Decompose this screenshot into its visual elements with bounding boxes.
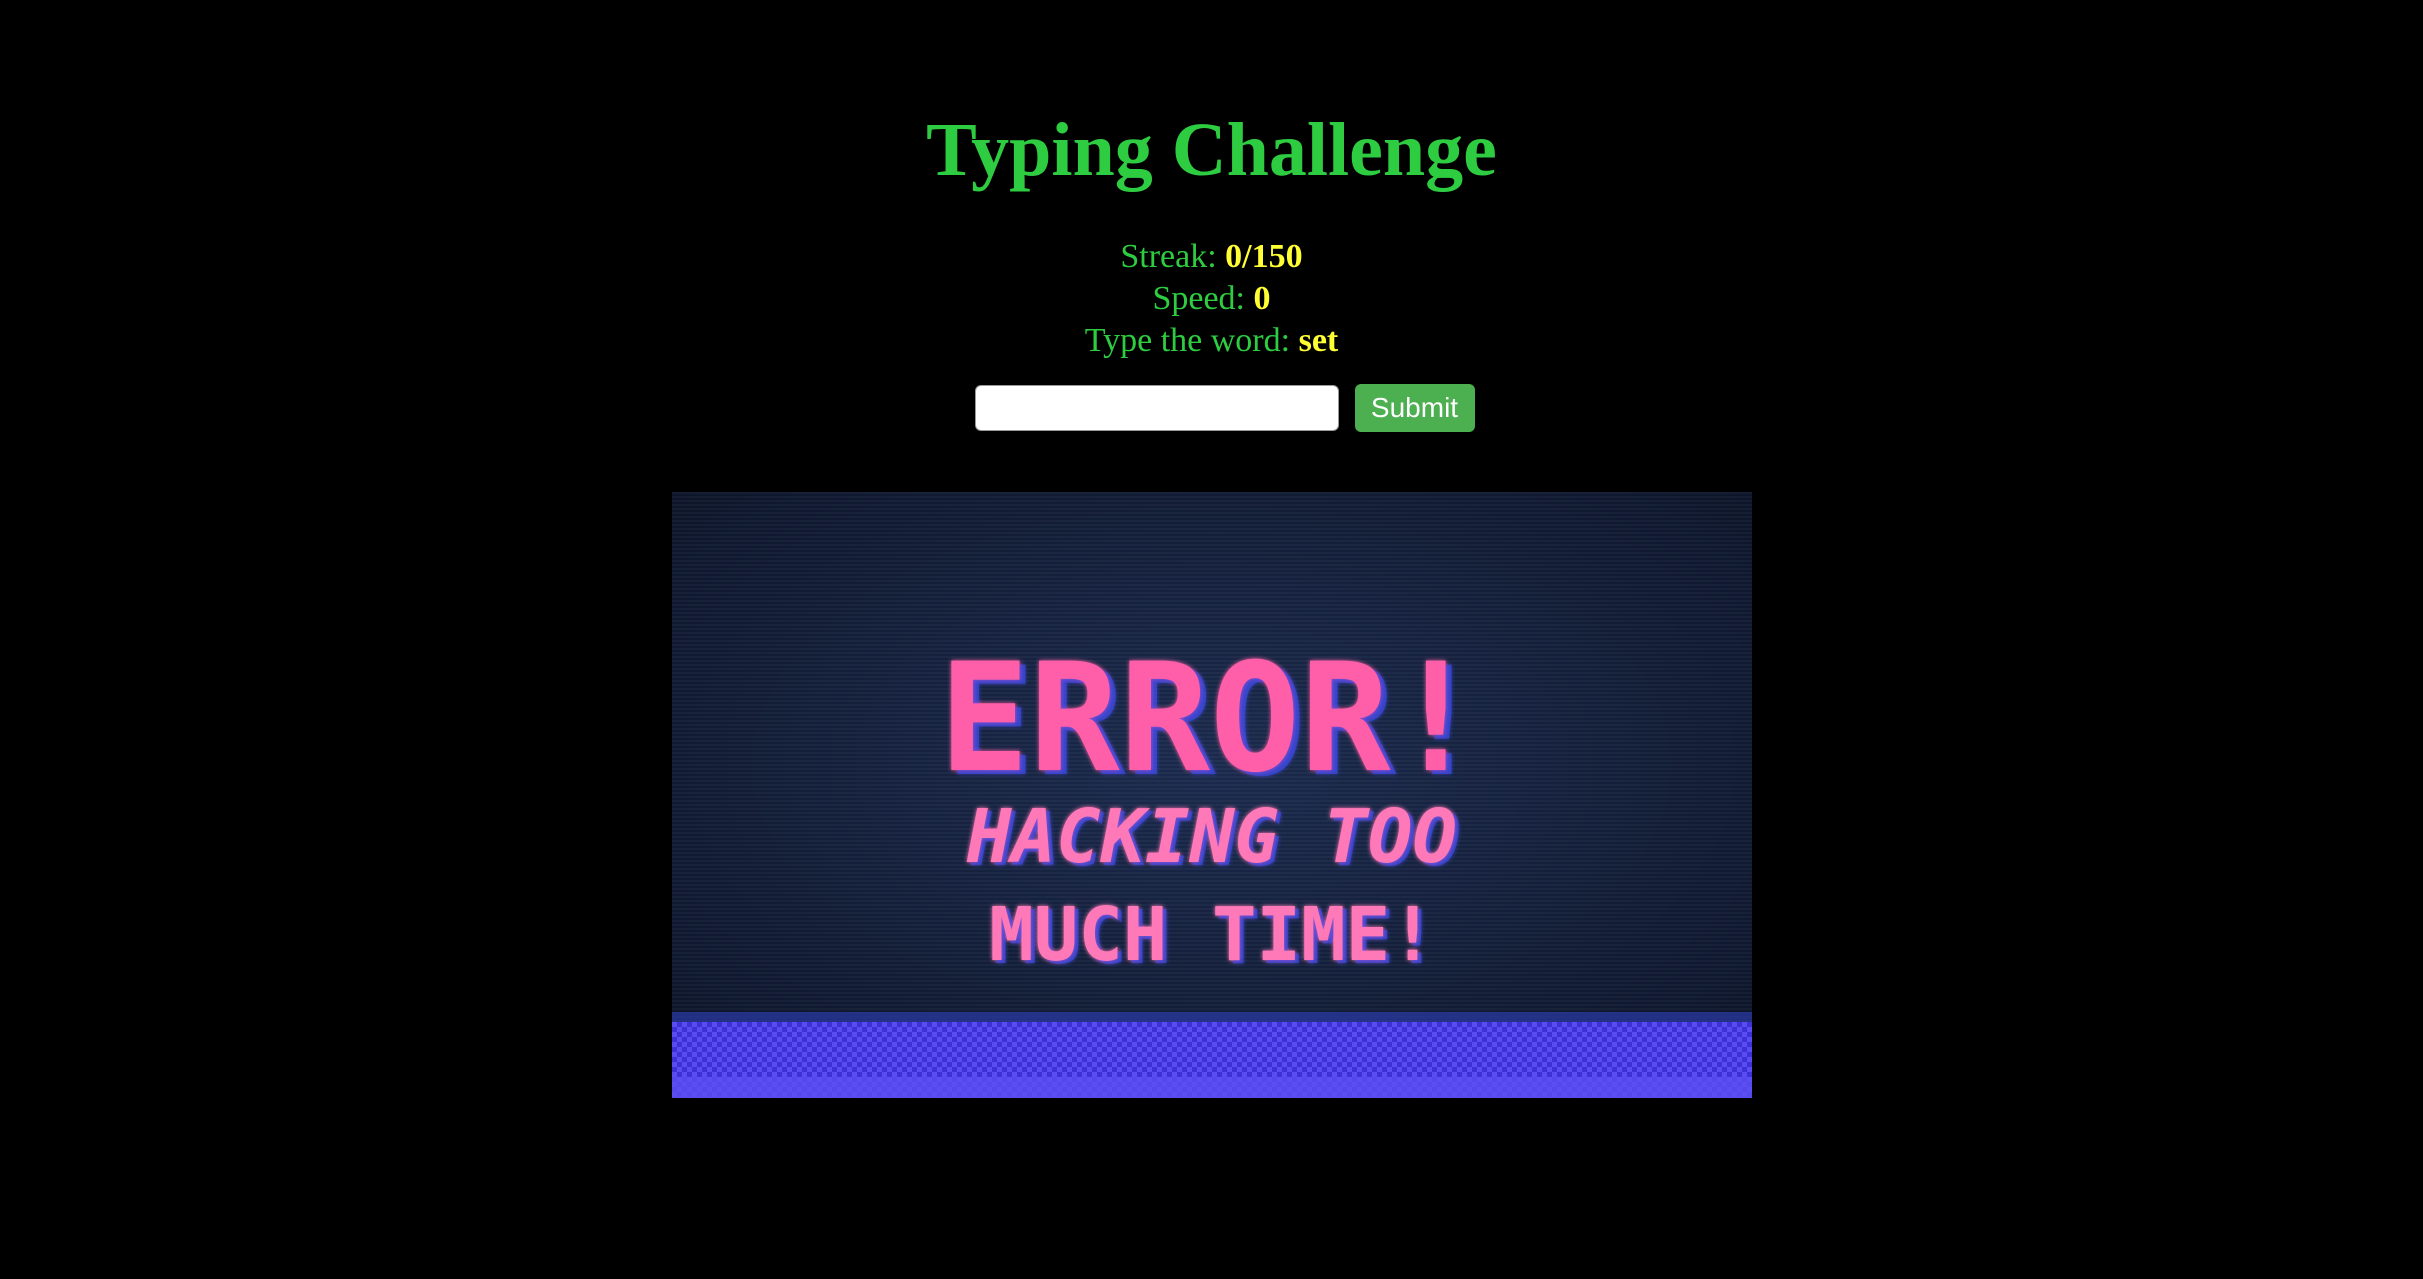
speed-line: Speed: 0 [1085,278,1339,320]
page-title: Typing Challenge [926,108,1497,192]
error-line2: HACKING TOO [966,794,1457,880]
error-text-group: ERROR! ERROR! HACKING TOO HACKING TOO MU… [939,632,1487,981]
streak-line: Streak: 0/150 [1085,236,1339,278]
streak-separator: / [1242,238,1252,275]
speed-label: Speed: [1152,280,1254,317]
target-word: set [1298,322,1339,359]
typing-challenge-page: Typing Challenge Streak: 0/150 Speed: 0 … [0,0,2423,1279]
error-gif: ERROR! ERROR! HACKING TOO HACKING TOO MU… [672,492,1752,1098]
error-gif-image: ERROR! ERROR! HACKING TOO HACKING TOO MU… [672,492,1752,1098]
prompt-label: Type the word: [1084,322,1299,359]
strip-top-edge [672,1012,1752,1022]
streak-current: 0 [1225,238,1243,275]
error-line1: ERROR! [939,632,1481,806]
error-line3: MUCH TIME! [989,892,1435,978]
answer-form: Submit [974,384,1475,432]
stats-panel: Streak: 0/150 Speed: 0 Type the word: se… [1085,236,1339,362]
streak-goal: 150 [1251,238,1303,275]
prompt-line: Type the word: set [1085,320,1339,362]
streak-label: Streak: [1120,238,1226,275]
word-input[interactable] [974,385,1339,431]
strip-bottom [672,1077,1752,1098]
submit-button[interactable]: Submit [1354,384,1475,432]
speed-value: 0 [1253,280,1271,317]
